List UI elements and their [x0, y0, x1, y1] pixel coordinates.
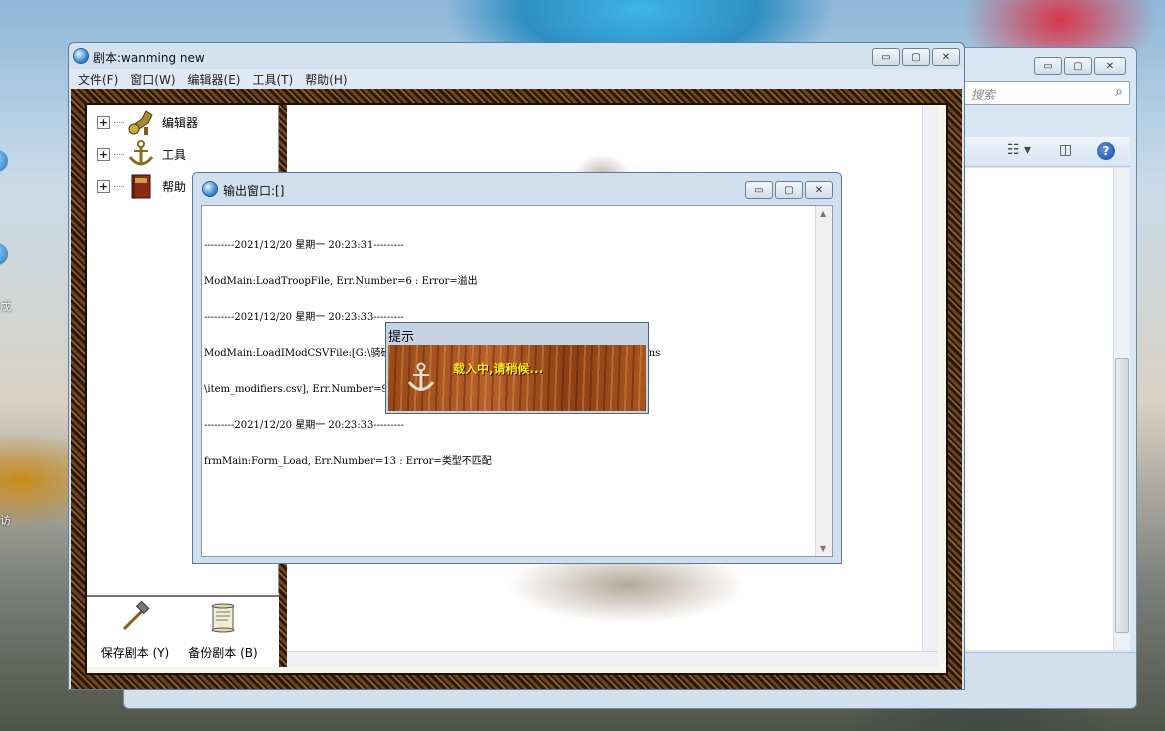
explorer-minimize-button[interactable]: ▭ [1034, 57, 1062, 75]
tree-item-editor[interactable]: + 编辑器 [97, 107, 198, 137]
loading-message: 载入中,请稍候... [453, 362, 544, 376]
save-script-button[interactable]: 保存剧本 (Y) [95, 600, 175, 665]
canvas-horizontal-scrollbar[interactable] [287, 651, 938, 667]
explorer-close-button[interactable]: ✕ [1094, 57, 1126, 75]
help-icon[interactable]: ? [1097, 142, 1115, 160]
tree-item-help[interactable]: + 帮助 [97, 171, 186, 201]
canvas-vertical-scrollbar[interactable] [922, 105, 938, 651]
output-close-button[interactable]: ✕ [805, 181, 833, 199]
explorer-scrollbar[interactable] [1113, 168, 1130, 650]
output-window-controls: ▭ ▢ ✕ [745, 181, 833, 199]
output-window-title: 输出窗口:[] [223, 184, 285, 198]
expand-icon[interactable]: + [97, 179, 110, 193]
backup-script-label: 备份剧本 (B) [188, 646, 258, 660]
window-controls: ▭ ▢ ✕ [872, 48, 960, 66]
search-input[interactable]: 搜索 ⌕ [964, 81, 1130, 105]
search-placeholder: 搜索 [971, 88, 996, 102]
scroll-icon [211, 603, 235, 633]
menu-tools[interactable]: 工具(T) [251, 69, 300, 89]
search-icon[interactable]: ⌕ [1115, 84, 1123, 100]
app-globe-icon [73, 48, 89, 64]
menu-window[interactable]: 窗口(W) [129, 69, 182, 89]
output-minimize-button[interactable]: ▭ [745, 181, 773, 199]
expand-icon[interactable]: + [97, 147, 110, 161]
loading-dialog: 提示 载入中,请稍候... [385, 322, 649, 414]
hammer-icon [122, 600, 150, 631]
log-line: ModMain:LoadTroopFile, Err.Number=6 : Er… [204, 276, 478, 287]
tree-item-tools[interactable]: + 工具 [97, 139, 186, 169]
explorer-window-controls: ▭ ▢ ✕ [1034, 57, 1126, 75]
window-titlebar[interactable]: 剧本:wanming new ▭ ▢ ✕ [69, 43, 964, 69]
maximize-button[interactable]: ▢ [902, 48, 930, 66]
tree-item-label: 工具 [162, 147, 187, 162]
dialog-title: 提示 [388, 330, 415, 345]
log-line: ---------2021/12/20 星期一 20:23:33--------… [204, 420, 404, 431]
desktop-icon-label: 访 [0, 514, 11, 527]
menu-editor[interactable]: 编辑器(E) [187, 69, 248, 89]
menu-bar: 文件(F) 窗口(W) 编辑器(E) 工具(T) 帮助(H) [69, 69, 964, 89]
save-script-label: 保存剧本 (Y) [100, 646, 170, 660]
scroll-down-icon[interactable]: ▼ [820, 544, 826, 553]
book-icon [131, 174, 151, 199]
log-line: frmMain:Form_Load, Err.Number=13 : Error… [204, 456, 492, 467]
explorer-content [964, 168, 1130, 650]
scroll-up-icon[interactable]: ▲ [820, 209, 826, 218]
tree-item-label: 编辑器 [162, 115, 199, 130]
output-scrollbar[interactable]: ▲ ▼ [815, 206, 832, 556]
close-button[interactable]: ✕ [932, 48, 960, 66]
output-maximize-button[interactable]: ▢ [775, 181, 803, 199]
window-title: 剧本:wanming new [93, 51, 205, 65]
explorer-maximize-button[interactable]: ▢ [1064, 57, 1092, 75]
preview-pane-icon[interactable]: ◫ [1059, 142, 1072, 158]
tree-item-label: 帮助 [162, 179, 187, 194]
scrollbar-thumb[interactable] [1115, 358, 1129, 633]
action-panel: 保存剧本 (Y) 备份剧本 (B) [87, 595, 279, 667]
horn-icon [128, 110, 153, 135]
backup-script-button[interactable]: 备份剧本 (B) [183, 601, 263, 665]
expand-icon[interactable]: + [97, 115, 110, 129]
view-options-icon[interactable]: ☷ ▾ [1007, 142, 1031, 158]
minimize-button[interactable]: ▭ [872, 48, 900, 66]
app-globe-icon [202, 181, 218, 197]
dialog-body: 载入中,请稍候... [388, 345, 646, 411]
anchor-icon [407, 362, 435, 391]
log-line: ---------2021/12/20 星期一 20:23:31--------… [204, 240, 404, 251]
menu-help[interactable]: 帮助(H) [304, 69, 354, 89]
menu-file[interactable]: 文件(F) [77, 69, 125, 89]
anchor-icon [128, 140, 154, 166]
desktop-icon-label: 戊 [0, 300, 11, 313]
